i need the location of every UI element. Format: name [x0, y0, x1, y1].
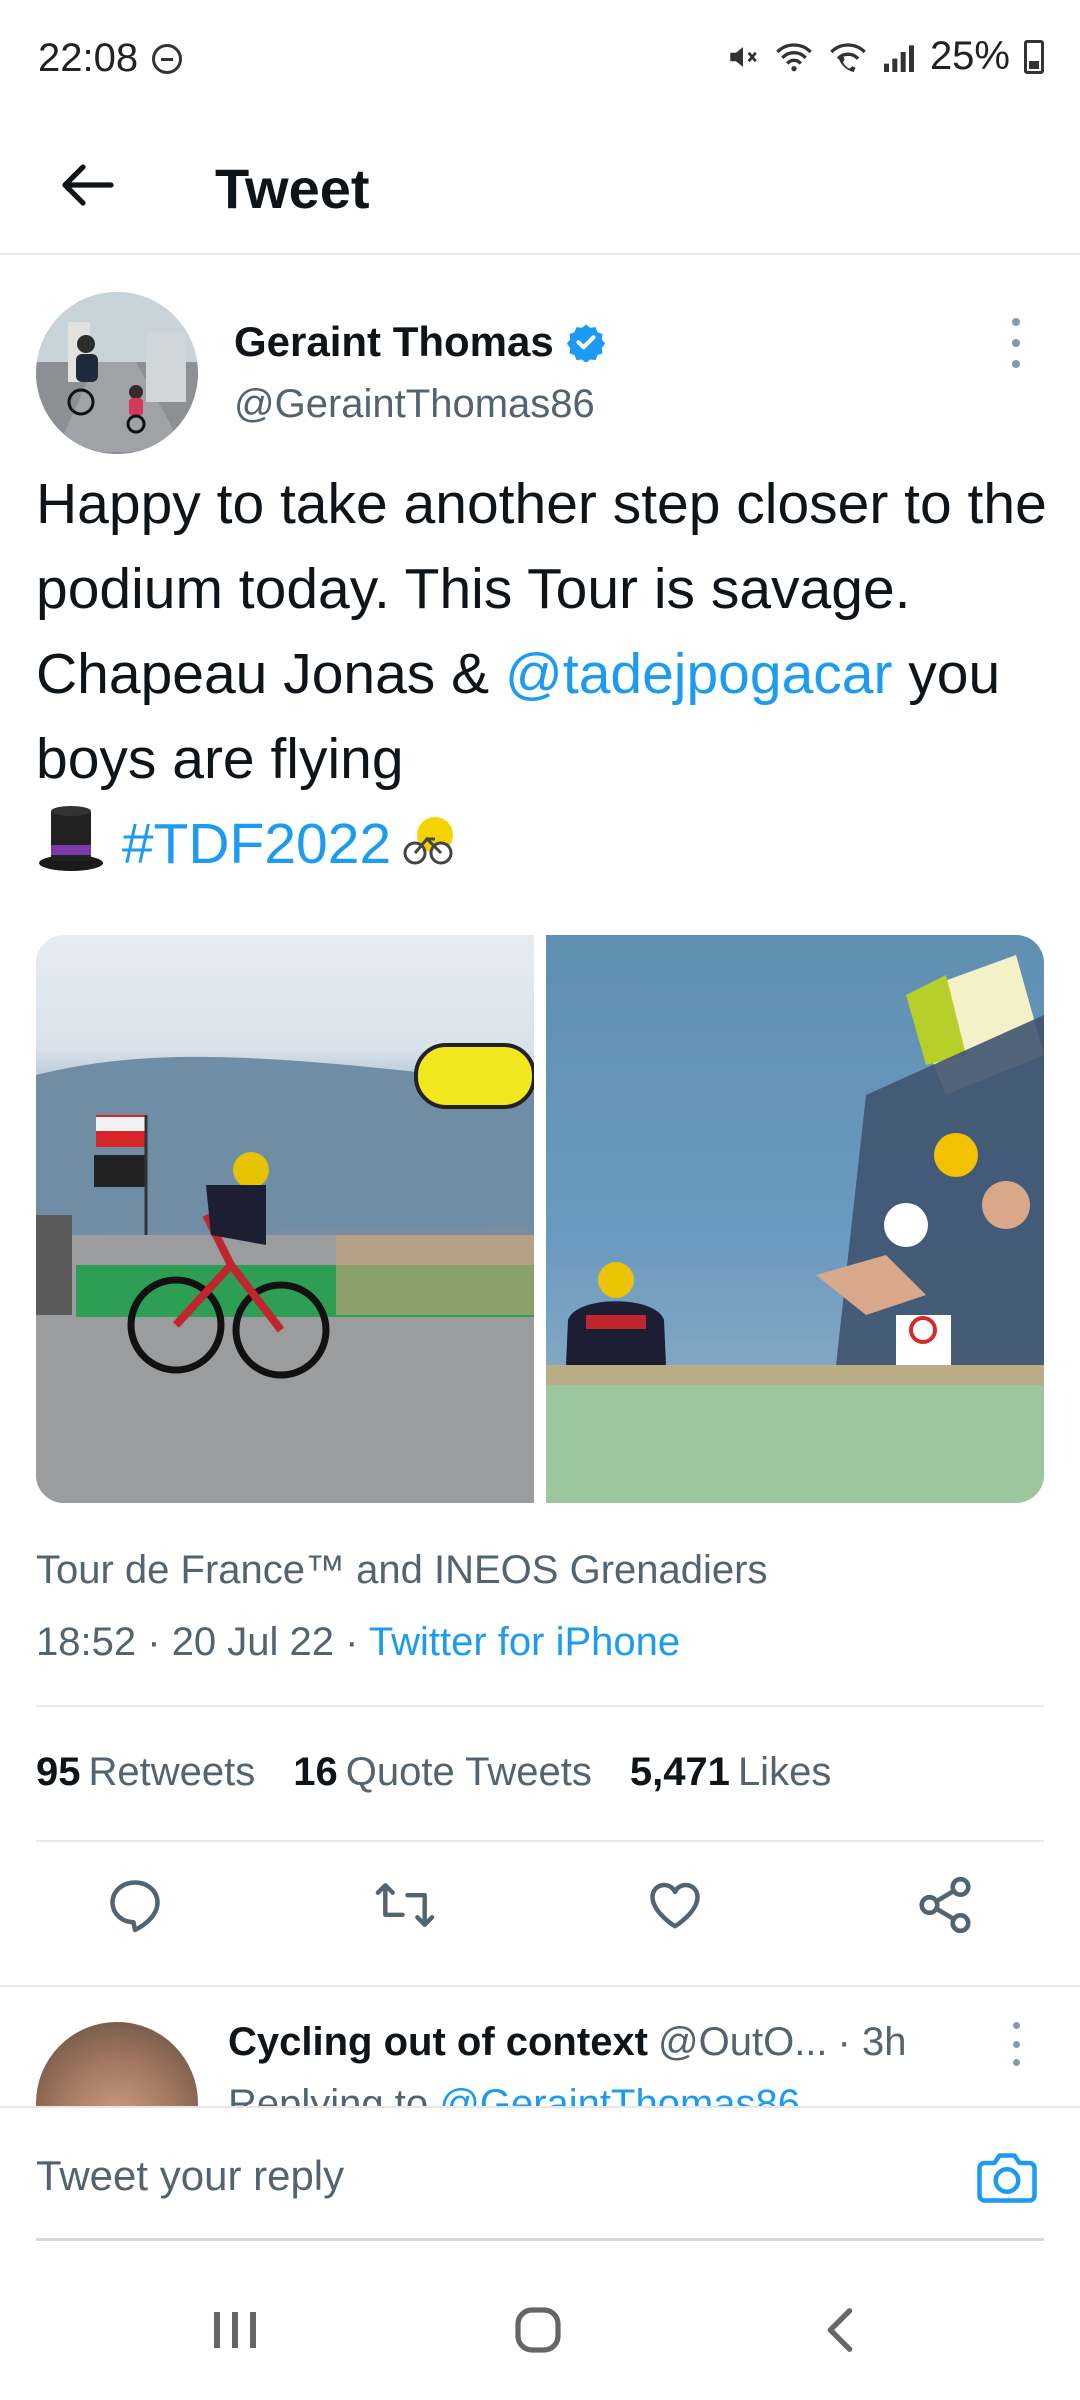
reply-input[interactable]: Tweet your reply — [36, 2152, 344, 2200]
home-icon — [515, 2307, 561, 2353]
dot — [1012, 2022, 1020, 2029]
camera-icon — [977, 2153, 1037, 2203]
reply-more-options-button[interactable] — [996, 2022, 1036, 2066]
replying-to-link[interactable]: @GeraintThomas86 — [439, 2082, 800, 2106]
author-avatar[interactable] — [36, 292, 198, 454]
home-button[interactable] — [503, 2300, 573, 2360]
tagged-accounts[interactable]: Tour de France™ and INEOS Grenadiers — [36, 1548, 767, 1593]
retweet-button[interactable] — [370, 1870, 440, 1940]
reply-author-name: Cycling out of context — [228, 2020, 648, 2064]
replying-to-line: Replying to @GeraintThomas86 — [228, 2082, 800, 2106]
tdf-bike-emoji-icon — [403, 817, 454, 865]
likes-stat[interactable]: 5,471 Likes — [630, 1750, 832, 1795]
reply-header[interactable]: Cycling out of context @OutO... · 3h — [228, 2020, 906, 2065]
verified-badge-icon — [566, 324, 605, 362]
recent-apps-button[interactable] — [200, 2300, 270, 2360]
reply-icon — [110, 1880, 160, 1933]
more-options-button[interactable] — [996, 318, 1036, 368]
tweet-timestamp: 18:52 · 20 Jul 22 · Twitter for iPhone — [36, 1620, 681, 1664]
author-name[interactable]: Geraint Thomas — [234, 318, 606, 366]
quote-tweets-stat[interactable]: 16 Quote Tweets — [293, 1750, 592, 1795]
dot — [1012, 339, 1020, 347]
signal-icon — [883, 44, 914, 72]
cyclist-finish-line-photo[interactable] — [36, 935, 534, 1503]
back-nav-button[interactable] — [805, 2300, 875, 2360]
retweets-stat[interactable]: 95 Retweets — [36, 1750, 255, 1795]
composer-underline — [36, 2238, 1044, 2241]
share-icon — [919, 1876, 971, 1934]
dot — [1012, 360, 1020, 368]
top-app-bar: Tweet — [0, 120, 1080, 255]
avatar-photo — [36, 292, 198, 454]
chevron-left-icon — [827, 2308, 853, 2352]
reply-author-handle: @OutO... — [658, 2020, 828, 2064]
reply-button[interactable] — [100, 1870, 170, 1940]
hashtag-link[interactable]: #TDF2022 — [122, 812, 391, 876]
section-divider — [0, 1985, 1080, 1987]
photo-2-art — [546, 955, 1044, 1503]
wifi-calling-icon — [830, 42, 866, 72]
recent-apps-icon — [214, 2312, 256, 2348]
camera-button[interactable] — [974, 2148, 1040, 2208]
tweet-actions — [0, 1870, 1080, 1960]
top-hat-emoji-icon — [39, 806, 103, 871]
dot — [1012, 2059, 1020, 2066]
photo-1-art — [36, 1043, 534, 1503]
page-title: Tweet — [215, 157, 370, 220]
tweet-media — [36, 935, 1044, 1503]
status-time: 22:08 — [38, 36, 139, 80]
share-button[interactable] — [910, 1870, 980, 1940]
battery-percent: 25% — [929, 34, 1010, 78]
tweet-stats: 95 Retweets 16 Quote Tweets 5,471 Likes — [36, 1750, 831, 1795]
dot — [1012, 318, 1020, 326]
battery-icon — [1024, 39, 1044, 74]
divider — [36, 1705, 1044, 1707]
tweet-text: Happy to take another step closer to the… — [36, 472, 1047, 876]
back-button[interactable] — [52, 150, 122, 220]
cyclist-crowd-photo[interactable] — [546, 935, 1044, 1503]
mute-icon — [730, 46, 757, 67]
system-nav-bar — [0, 2260, 1080, 2400]
mention-link[interactable]: @tadejpogacar — [505, 642, 892, 706]
retweet-icon — [375, 1883, 435, 1927]
divider — [36, 1840, 1044, 1842]
reply-time: · 3h — [837, 2020, 907, 2064]
author-handle[interactable]: @GeraintThomas86 — [234, 382, 595, 427]
do-not-disturb-icon — [152, 43, 183, 74]
like-button[interactable] — [640, 1870, 710, 1940]
arrow-left-icon — [62, 164, 114, 206]
wifi-icon — [776, 42, 812, 71]
dot — [1012, 2040, 1020, 2048]
like-icon — [650, 1882, 700, 1929]
reply-composer: Tweet your reply — [0, 2106, 1080, 2240]
status-bar: 22:08 25% — [0, 0, 1080, 120]
client-link[interactable]: Twitter for iPhone — [369, 1620, 680, 1664]
